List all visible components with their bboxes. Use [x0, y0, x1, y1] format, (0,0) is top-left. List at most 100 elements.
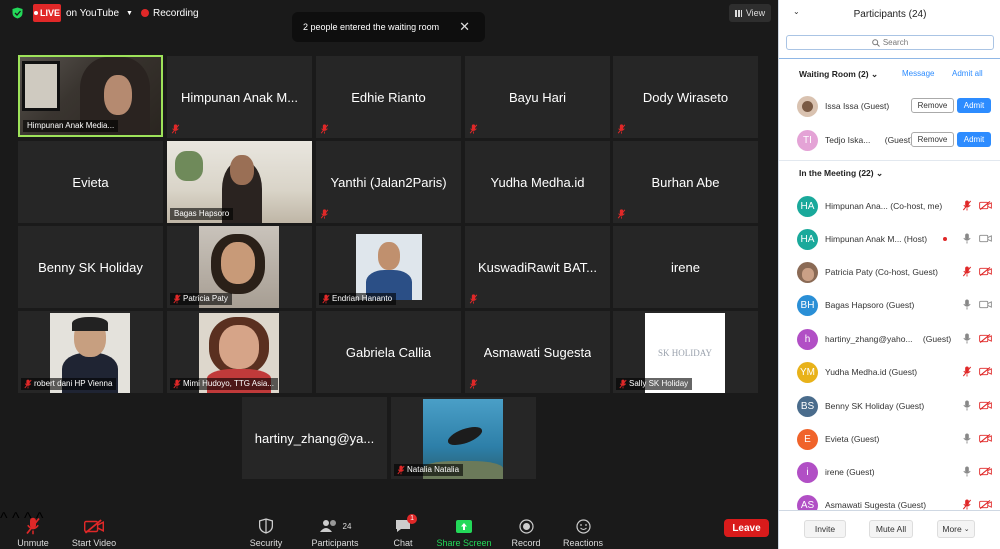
participants-button[interactable]: 24 Participants: [308, 512, 362, 548]
video-tile[interactable]: Burhan Abe: [613, 141, 758, 223]
close-icon[interactable]: ✕: [459, 19, 470, 35]
participant-row[interactable]: Patricia Paty (Co-host, Guest): [779, 255, 1000, 288]
camera-icon: [979, 300, 992, 309]
video-tile[interactable]: Bayu Hari: [465, 56, 610, 138]
live-label: LIVE: [39, 8, 60, 18]
camera-off-icon: [979, 401, 992, 410]
participant-row[interactable]: YM Yudha Medha.id (Guest): [779, 355, 1000, 388]
stream-dropdown[interactable]: on YouTube ▼: [66, 4, 133, 22]
video-tile[interactable]: Gabriela Callia: [316, 311, 461, 393]
participant-label: Natalia Natalia: [394, 464, 464, 476]
video-tile[interactable]: Endrian Hananto: [316, 226, 461, 308]
video-tile[interactable]: irene: [613, 226, 758, 308]
remove-button[interactable]: Remove: [911, 98, 954, 113]
video-tile[interactable]: Himpunan Anak M...: [167, 56, 312, 138]
video-tile[interactable]: Dody Wiraseto: [613, 56, 758, 138]
message-link[interactable]: Message: [902, 69, 934, 78]
participant-row[interactable]: BS Benny SK Holiday (Guest): [779, 389, 1000, 422]
video-tile[interactable]: Evieta: [18, 141, 163, 223]
leave-button[interactable]: Leave: [724, 519, 769, 537]
participant-name: Himpunan Anak M... (Host): [825, 234, 928, 244]
participant-row[interactable]: AS Asmawati Sugesta (Guest): [779, 488, 1000, 510]
video-tile[interactable]: Benny SK Holiday: [18, 226, 163, 308]
video-tile[interactable]: Mimi Hudoyo, TTG Asia...: [167, 311, 312, 393]
video-tile[interactable]: Edhie Rianto: [316, 56, 461, 138]
video-tile[interactable]: Asmawati Sugesta: [465, 311, 610, 393]
mic-muted-icon: [171, 124, 180, 134]
video-tile[interactable]: Yudha Medha.id: [465, 141, 610, 223]
participant-row[interactable]: E Evieta (Guest): [779, 422, 1000, 455]
participant-row[interactable]: BH Bagas Hapsoro (Guest): [779, 288, 1000, 321]
admit-button[interactable]: Admit: [957, 98, 991, 113]
meeting-toolbar: Unmute ^ Start Video ^ Security 24 Parti…: [0, 510, 778, 549]
panel-header: ⌄ Participants (24): [779, 0, 1000, 28]
unmute-button[interactable]: Unmute: [14, 512, 52, 548]
video-tile[interactable]: Yanthi (Jalan2Paris): [316, 141, 461, 223]
people-icon: [319, 520, 336, 532]
waiting-participant-row: Issa Issa (Guest) Remove Admit: [779, 89, 1000, 122]
chat-badge: 1: [407, 514, 417, 524]
chevron-down-icon[interactable]: ⌄: [793, 7, 800, 16]
admit-button[interactable]: Admit: [957, 132, 991, 147]
video-tile[interactable]: robert dani HP Vienna: [18, 311, 163, 393]
avatar: E: [797, 429, 818, 450]
participant-name: Yanthi (Jalan2Paris): [330, 174, 447, 190]
recording-indicator: Recording: [141, 4, 199, 22]
share-screen-button[interactable]: Share Screen: [436, 512, 492, 548]
video-tile[interactable]: Bagas Hapsoro: [167, 141, 312, 223]
camera-off-icon: [979, 201, 992, 210]
video-tile[interactable]: Himpunan Anak Media...: [18, 55, 163, 137]
video-tile[interactable]: SK HOLIDAY Sally SK Holiday: [613, 311, 758, 393]
live-badge[interactable]: LIVE: [33, 4, 61, 22]
start-video-button[interactable]: Start Video: [70, 512, 118, 548]
search-input[interactable]: Search: [786, 35, 994, 50]
participants-count: 24: [342, 521, 352, 531]
participant-name: Yudha Medha.id (Guest): [825, 367, 918, 377]
video-tile[interactable]: KuswadiRawit BAT...: [465, 226, 610, 308]
camera-icon: [979, 234, 992, 243]
start-video-label: Start Video: [71, 538, 117, 548]
participant-name: Dody Wiraseto: [642, 89, 729, 105]
live-dot-icon: [33, 11, 38, 15]
participant-row[interactable]: i irene (Guest): [779, 455, 1000, 488]
participant-row[interactable]: h hartiny_zhang@yaho... (Guest): [779, 322, 1000, 355]
mic-muted-icon: [320, 209, 329, 219]
record-button[interactable]: Record: [511, 512, 541, 548]
mic-muted-icon: [619, 379, 627, 389]
admit-all-link[interactable]: Admit all: [952, 69, 983, 78]
video-grid-area: LIVE on YouTube ▼ Recording View 2 people…: [0, 0, 778, 549]
video-tile[interactable]: Patricia Paty: [167, 226, 312, 308]
mic-muted-icon: [962, 499, 972, 510]
shield-icon[interactable]: [12, 7, 23, 19]
participant-name: Patricia Paty (Co-host, Guest): [825, 267, 938, 277]
participant-name: Benny SK Holiday: [38, 259, 143, 275]
participant-row[interactable]: HA Himpunan Anak M... (Host): [779, 222, 1000, 255]
waiting-room-notification: 2 people entered the waiting room ✕: [292, 12, 485, 42]
mic-icon: [962, 333, 972, 344]
in-meeting-title[interactable]: In the Meeting (22) ⌄: [799, 168, 883, 179]
mic-muted-icon: [962, 200, 972, 211]
security-button[interactable]: Security: [248, 512, 284, 548]
mute-all-button[interactable]: Mute All: [869, 520, 913, 538]
remove-button[interactable]: Remove: [911, 132, 954, 147]
chat-button[interactable]: 1 Chat: [390, 512, 417, 548]
video-tile[interactable]: Natalia Natalia: [391, 397, 536, 479]
stream-label: on YouTube: [66, 7, 120, 19]
view-button[interactable]: View: [729, 4, 771, 22]
notification-text: 2 people entered the waiting room: [303, 22, 440, 32]
avatar: TI: [797, 130, 818, 151]
chevron-up-icon[interactable]: ^: [0, 510, 8, 527]
waiting-room-title[interactable]: Waiting Room (2) ⌄: [799, 69, 878, 80]
camera-off-icon: [979, 267, 992, 276]
participant-row[interactable]: HA Himpunan Ana... (Co-host, me): [779, 189, 1000, 222]
more-button[interactable]: More ⌄: [937, 520, 975, 538]
video-tile[interactable]: hartiny_zhang@ya...: [242, 397, 387, 479]
invite-button[interactable]: Invite: [804, 520, 846, 538]
waiting-participant-row: TI Tedjo Iska... (Guest) Remove Admit: [779, 123, 1000, 156]
unmute-label: Unmute: [17, 538, 49, 548]
reactions-button[interactable]: Reactions: [563, 512, 603, 548]
participant-name: Asmawati Sugesta: [483, 344, 592, 360]
participant-name: Evieta (Guest): [825, 434, 880, 444]
participant-label: Mimi Hudoyo, TTG Asia...: [170, 378, 278, 390]
camera-off-icon: [979, 434, 992, 443]
